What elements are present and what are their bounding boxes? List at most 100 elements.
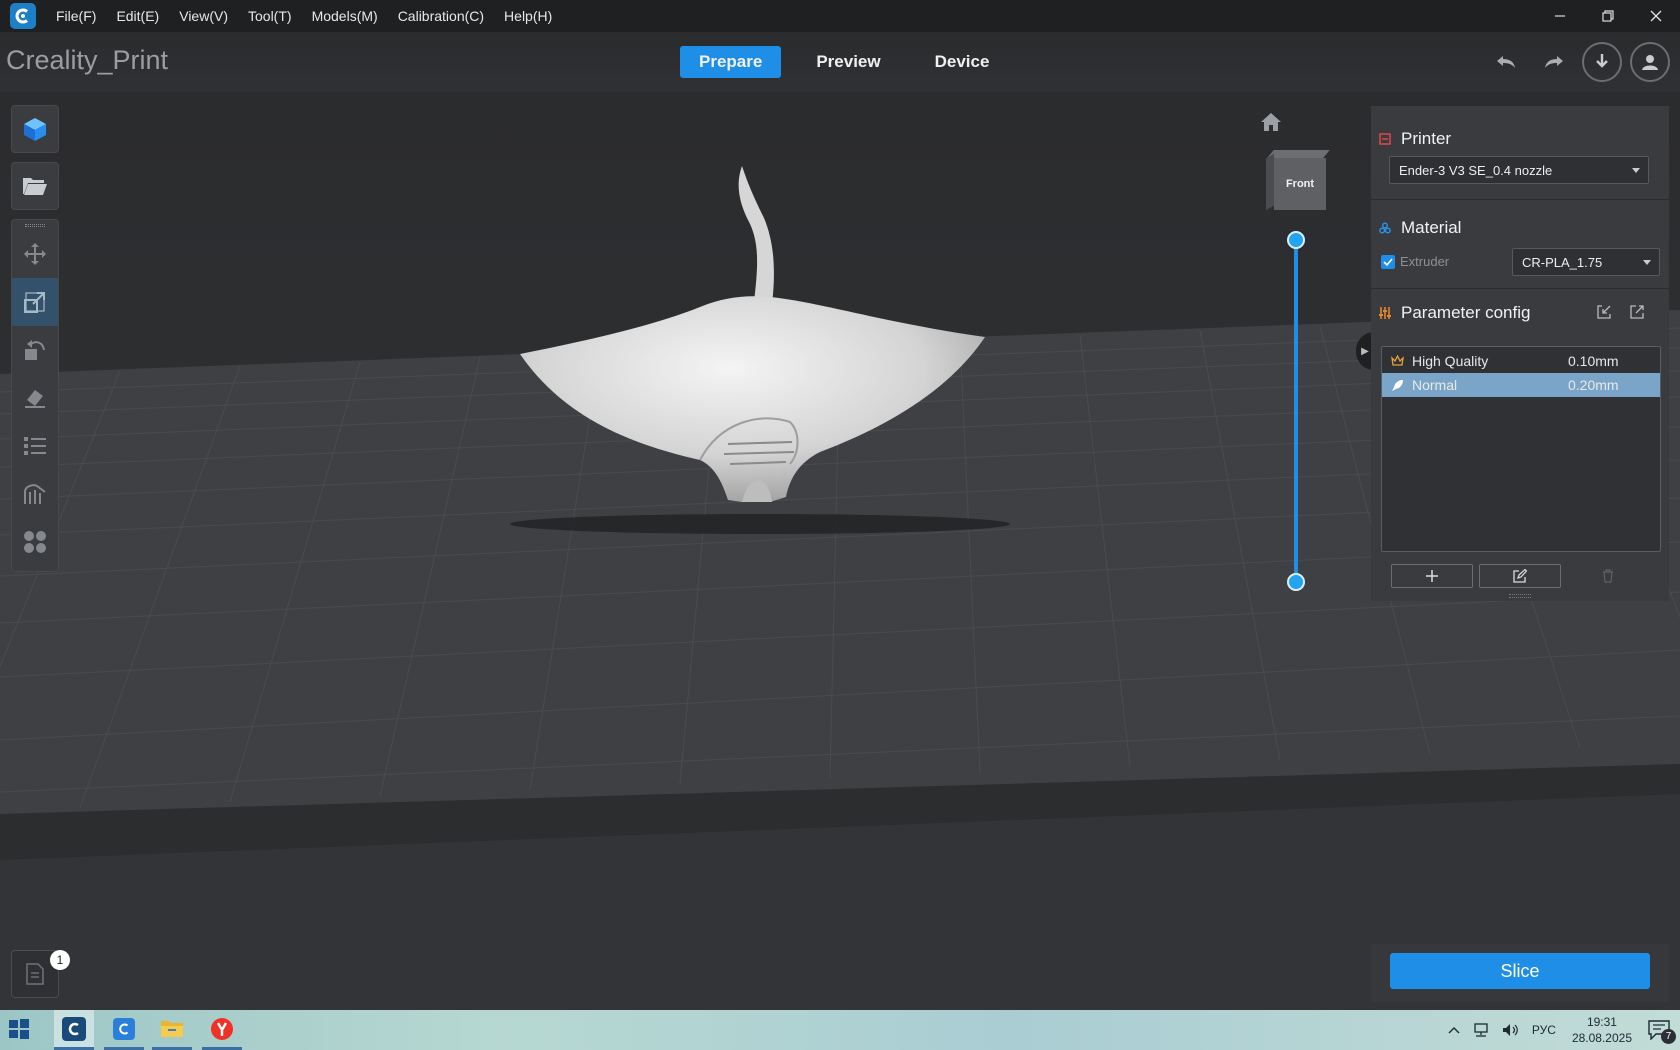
menu-edit[interactable]: Edit(E): [116, 8, 159, 24]
windows-taskbar: РУС 19:31 28.08.2025 7: [0, 1010, 1680, 1050]
header-tools: [1478, 42, 1670, 82]
material-select[interactable]: CR-PLA_1.75: [1512, 248, 1660, 276]
cube-icon: [24, 118, 46, 141]
list-icon: [24, 437, 46, 455]
printer-icon: [1379, 133, 1393, 145]
scale-tool-button[interactable]: [12, 278, 58, 326]
menu-models[interactable]: Models(M): [312, 8, 378, 24]
view-cube-front-face[interactable]: Front: [1274, 158, 1326, 210]
user-icon: [1642, 55, 1658, 70]
document-icon: [26, 963, 44, 985]
account-button[interactable]: [1630, 42, 1670, 82]
restore-icon: [1602, 10, 1614, 22]
settings-panel: Printer Ender-3 V3 SE_0.4 nozzle Materia…: [1371, 103, 1669, 601]
minimize-button[interactable]: [1536, 0, 1584, 32]
tab-device[interactable]: Device: [916, 46, 1009, 78]
menu-file[interactable]: File(F): [56, 8, 96, 24]
model-count-badge: 1: [50, 950, 70, 970]
taskbar-creality-print[interactable]: [54, 1010, 94, 1050]
chevron-up-icon: [1448, 1027, 1460, 1034]
tray-overflow-button[interactable]: [1448, 1026, 1460, 1034]
import-icon: [1597, 305, 1611, 319]
layer-slider-top-handle[interactable]: [1287, 231, 1305, 249]
chevron-down-icon: [1643, 260, 1651, 265]
volume-button[interactable]: [1502, 1023, 1520, 1037]
menu-tool[interactable]: Tool(T): [248, 8, 292, 24]
folder-icon: [23, 178, 47, 195]
export-profile-button[interactable]: [1628, 303, 1646, 321]
open-file-button[interactable]: [11, 162, 59, 210]
network-icon: [1474, 1023, 1488, 1037]
minimize-icon: [1555, 15, 1565, 17]
close-button[interactable]: [1632, 0, 1680, 32]
view-cube[interactable]: Front: [1266, 150, 1330, 212]
download-icon: [1596, 54, 1608, 68]
undo-icon: [1497, 56, 1515, 68]
speaker-icon: [1502, 1024, 1518, 1036]
undo-button[interactable]: [1486, 42, 1526, 82]
slice-panel: Slice: [1371, 944, 1669, 1002]
edit-profile-button[interactable]: [1479, 564, 1561, 588]
menu-help[interactable]: Help(H): [504, 8, 552, 24]
left-toolbar: [11, 219, 59, 572]
layer-slider-bottom-handle[interactable]: [1287, 573, 1305, 591]
redo-icon: [1545, 56, 1563, 68]
crown-icon: [1382, 355, 1412, 367]
clock[interactable]: 19:31 28.08.2025: [1572, 1014, 1632, 1046]
add-profile-button[interactable]: [1391, 564, 1473, 588]
network-button[interactable]: [1472, 1023, 1490, 1037]
clock-date: 28.08.2025: [1571, 1031, 1632, 1045]
object-list-button[interactable]: [12, 422, 58, 470]
download-button[interactable]: [1582, 42, 1622, 82]
menu-view[interactable]: View(V): [179, 8, 228, 24]
title-bar: File(F) Edit(E) View(V) Tool(T) Models(M…: [0, 0, 1680, 32]
material-section-label: Material: [1401, 218, 1462, 237]
extruder-label: Extruder: [1400, 254, 1450, 269]
redo-button[interactable]: [1534, 42, 1574, 82]
delete-profile-button[interactable]: [1567, 564, 1649, 588]
export-icon: [1630, 305, 1644, 319]
slice-button[interactable]: Slice: [1390, 953, 1650, 989]
rotate-tool-button[interactable]: [12, 326, 58, 374]
more-tools-button[interactable]: [12, 518, 58, 566]
profile-row-normal[interactable]: Normal 0.20mm: [1382, 373, 1660, 397]
printer-section-label: Printer: [1401, 129, 1452, 148]
start-button[interactable]: [8, 1018, 30, 1045]
taskbar-file-explorer[interactable]: [152, 1010, 192, 1050]
checkmark-icon: [1383, 258, 1393, 267]
extruder-checkbox[interactable]: [1381, 255, 1395, 269]
tab-prepare[interactable]: Prepare: [680, 46, 782, 78]
notifications-button[interactable]: 7: [1648, 1020, 1676, 1044]
add-model-button[interactable]: [11, 105, 59, 153]
app-brand-title: Creality_Print: [6, 45, 169, 75]
input-language[interactable]: РУС: [1532, 1023, 1556, 1037]
profile-actions: [1391, 564, 1655, 588]
layer-slider-track[interactable]: [1294, 241, 1298, 582]
toolbar-grip[interactable]: [12, 220, 58, 230]
yandex-browser-icon: [211, 1017, 233, 1040]
profile-row-high-quality[interactable]: High Quality 0.10mm: [1382, 349, 1660, 373]
printer-select[interactable]: Ender-3 V3 SE_0.4 nozzle: [1389, 156, 1649, 184]
rotate-icon: [25, 340, 45, 360]
section-divider: [1371, 199, 1669, 200]
move-icon: [24, 243, 46, 265]
profile-layer-height: 0.10mm: [1568, 353, 1619, 369]
folder-icon: [161, 1020, 183, 1037]
system-tray: РУС 19:31 28.08.2025 7: [1442, 1010, 1680, 1050]
taskbar-creality-app[interactable]: [104, 1010, 144, 1050]
notification-count-badge: 7: [1661, 1029, 1676, 1044]
import-profile-button[interactable]: [1595, 303, 1613, 321]
lay-on-face-tool-button[interactable]: [12, 374, 58, 422]
support-tool-button[interactable]: [12, 470, 58, 518]
apps-icon: [24, 531, 46, 553]
clock-time: 19:31: [1586, 1015, 1617, 1029]
home-icon: [1261, 113, 1281, 131]
restore-button[interactable]: [1584, 0, 1632, 32]
move-tool-button[interactable]: [12, 230, 58, 278]
panel-resize-grip[interactable]: [1509, 594, 1531, 598]
tab-preview[interactable]: Preview: [797, 46, 899, 78]
chevron-down-icon: [1632, 168, 1640, 173]
menu-calibration[interactable]: Calibration(C): [398, 8, 484, 24]
taskbar-yandex-browser[interactable]: [202, 1010, 242, 1050]
home-view-button[interactable]: [1260, 112, 1282, 137]
